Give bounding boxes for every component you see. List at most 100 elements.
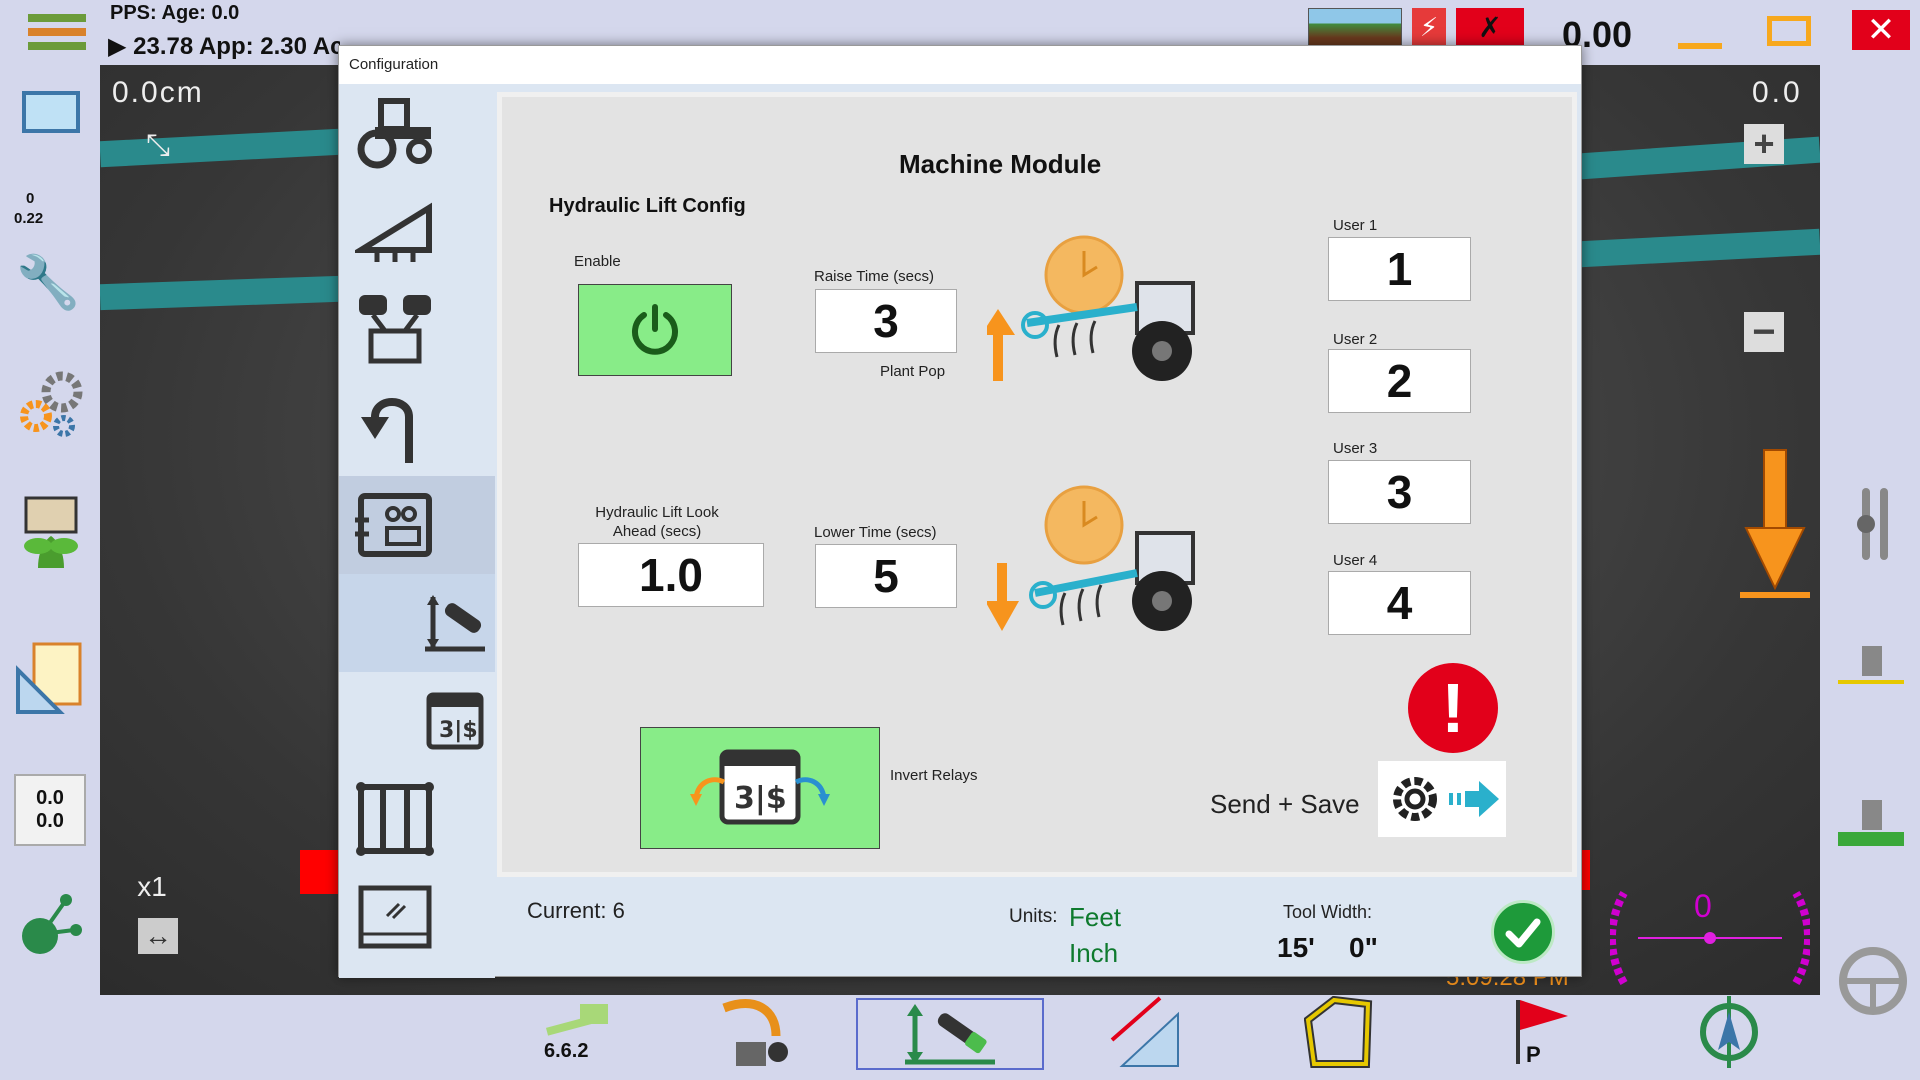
xte-left-readout: 0.0cm bbox=[112, 76, 204, 109]
no-signal-icon[interactable]: ✗ bbox=[1456, 8, 1524, 46]
send-save-button[interactable] bbox=[1378, 761, 1506, 837]
machine-board-icon bbox=[355, 493, 432, 557]
configuration-dialog: Configuration 3|$ Machine Module Hydraul… bbox=[338, 45, 1582, 978]
settings-gears-icon[interactable] bbox=[14, 368, 86, 440]
zoom-in-icon[interactable]: + bbox=[1744, 123, 1784, 164]
tractor-low-icon[interactable] bbox=[1838, 796, 1904, 852]
power-warning-icon[interactable]: ⚡ bbox=[1412, 8, 1446, 46]
enable-label: Enable bbox=[574, 253, 621, 270]
user-1-label: User 1 bbox=[1333, 217, 1378, 234]
raise-time-field[interactable]: 3 bbox=[815, 289, 957, 353]
hydraulic-lift-icon bbox=[425, 595, 485, 652]
lower-illustration bbox=[985, 483, 1217, 643]
checkmark-icon bbox=[1505, 918, 1541, 948]
hamburger-menu-icon[interactable] bbox=[28, 12, 86, 52]
nav-hydraulic-lift[interactable] bbox=[339, 574, 495, 672]
flag-icon[interactable]: P bbox=[1508, 996, 1572, 1068]
implement-icon[interactable] bbox=[536, 1000, 610, 1040]
tools-icon[interactable]: 🔧 bbox=[16, 250, 81, 314]
nav-uturn[interactable] bbox=[339, 378, 495, 476]
hydraulic-lift-button[interactable] bbox=[856, 998, 1044, 1070]
invert-relays-label: Invert Relays bbox=[890, 767, 978, 784]
ok-button[interactable] bbox=[1491, 900, 1555, 964]
xte-right-readout: 0.0 bbox=[1752, 76, 1803, 109]
report-icon[interactable] bbox=[16, 640, 86, 716]
user-1-field[interactable]: 1 bbox=[1328, 237, 1471, 301]
nav-tractor[interactable] bbox=[339, 84, 495, 182]
machine-module-panel: Machine Module Hydraulic Lift Config Ena… bbox=[497, 92, 1577, 877]
coverage-stripe bbox=[1579, 136, 1821, 180]
nav-machine-module[interactable] bbox=[339, 476, 495, 574]
horizontal-arrows-icon[interactable]: ↔ bbox=[138, 918, 178, 954]
version-text: 6.6.2 bbox=[544, 1040, 589, 1062]
xy-readout-bottom: 0.0 bbox=[36, 810, 64, 832]
rate-chart-icon[interactable] bbox=[1108, 996, 1184, 1068]
close-icon[interactable]: ✕ bbox=[1852, 10, 1910, 50]
pan-icon[interactable]: ⤡ bbox=[138, 126, 178, 166]
tram-lines-icon bbox=[356, 782, 434, 856]
raise-time-label: Raise Time (secs) bbox=[814, 268, 935, 285]
user-3-field[interactable]: 3 bbox=[1328, 460, 1471, 524]
alert-icon: ! bbox=[1408, 663, 1498, 753]
lower-time-label: Lower Time (secs) bbox=[814, 524, 937, 541]
xy-readout-box: 0.0 0.0 bbox=[14, 774, 86, 846]
maximize-icon[interactable] bbox=[1764, 12, 1814, 50]
lookahead-label: Hydraulic Lift Look Ahead (secs) bbox=[595, 504, 719, 540]
field-data-icon[interactable] bbox=[16, 494, 86, 570]
invert-relays-icon: 3|$ bbox=[690, 749, 830, 825]
coverage-stripe bbox=[1579, 228, 1821, 268]
enable-toggle-button[interactable] bbox=[578, 284, 732, 376]
coverage-stripe bbox=[99, 275, 341, 311]
nav-relays[interactable]: 3|$ bbox=[339, 672, 495, 770]
display-icon[interactable] bbox=[20, 88, 82, 136]
zoom-out-icon[interactable]: − bbox=[1744, 310, 1784, 354]
pps-age-text: PPS: Age: 0.0 bbox=[110, 2, 240, 24]
dialog-title: Configuration bbox=[339, 46, 1581, 84]
down-arrow-icon bbox=[1740, 448, 1810, 598]
user-4-label: User 4 bbox=[1333, 552, 1378, 569]
invert-relays-button[interactable]: 3|$ bbox=[640, 727, 880, 849]
coverage-stripe bbox=[99, 128, 341, 168]
uturn-tractor-icon[interactable] bbox=[716, 996, 796, 1072]
user-4-field[interactable]: 4 bbox=[1328, 571, 1471, 635]
small-readout-top: 0 bbox=[26, 190, 35, 207]
gear-send-icon bbox=[1393, 777, 1499, 821]
units-label: Units: bbox=[1009, 906, 1058, 927]
section-indicator bbox=[300, 850, 338, 894]
implement-frame-icon bbox=[355, 202, 432, 262]
nav-display[interactable] bbox=[339, 868, 495, 966]
current-readout: Current: 6 bbox=[527, 898, 625, 923]
tractor-high-icon[interactable] bbox=[1838, 640, 1904, 696]
steering-wheel-icon[interactable] bbox=[1838, 946, 1908, 1016]
field-image-icon[interactable] bbox=[1308, 8, 1402, 46]
zoom-multiplier[interactable]: x1 bbox=[130, 871, 174, 902]
minimize-icon[interactable] bbox=[1676, 10, 1724, 52]
guidance-compass-icon[interactable] bbox=[1694, 996, 1764, 1068]
nav-tram-lines[interactable] bbox=[339, 770, 495, 868]
network-nodes-icon[interactable] bbox=[18, 890, 84, 962]
tool-width-label: Tool Width: bbox=[1283, 902, 1373, 922]
adjust-sliders-icon[interactable] bbox=[1848, 484, 1900, 564]
units-inch[interactable]: Inch bbox=[1069, 938, 1118, 969]
user-2-field[interactable]: 2 bbox=[1328, 349, 1471, 413]
speed-rate-text: ▶ 23.78 App: 2.30 Actual: 2.36 99.3% 0.0… bbox=[108, 33, 340, 60]
power-icon bbox=[632, 304, 678, 355]
steer-value: 0 bbox=[1694, 888, 1712, 924]
nav-implement[interactable] bbox=[339, 182, 495, 280]
raise-illustration bbox=[981, 233, 1217, 393]
section-control-icon bbox=[359, 295, 431, 364]
lookahead-field[interactable]: 1.0 bbox=[578, 543, 764, 607]
svg-text:3|$: 3|$ bbox=[439, 718, 478, 743]
send-save-label: Send + Save bbox=[1210, 789, 1360, 819]
units-feet[interactable]: Feet bbox=[1069, 902, 1121, 933]
user-2-label: User 2 bbox=[1333, 331, 1378, 348]
svg-text:P: P bbox=[1526, 1042, 1541, 1067]
tractor-icon bbox=[357, 98, 432, 169]
small-readout-bottom: 0.22 bbox=[14, 210, 44, 227]
lower-time-field[interactable]: 5 bbox=[815, 544, 957, 608]
config-nav: 3|$ bbox=[339, 84, 495, 978]
boundary-icon[interactable] bbox=[1304, 996, 1374, 1068]
section-indicator bbox=[1582, 850, 1590, 890]
relay-config-icon: 3|$ bbox=[426, 692, 484, 750]
nav-sections[interactable] bbox=[339, 280, 495, 378]
